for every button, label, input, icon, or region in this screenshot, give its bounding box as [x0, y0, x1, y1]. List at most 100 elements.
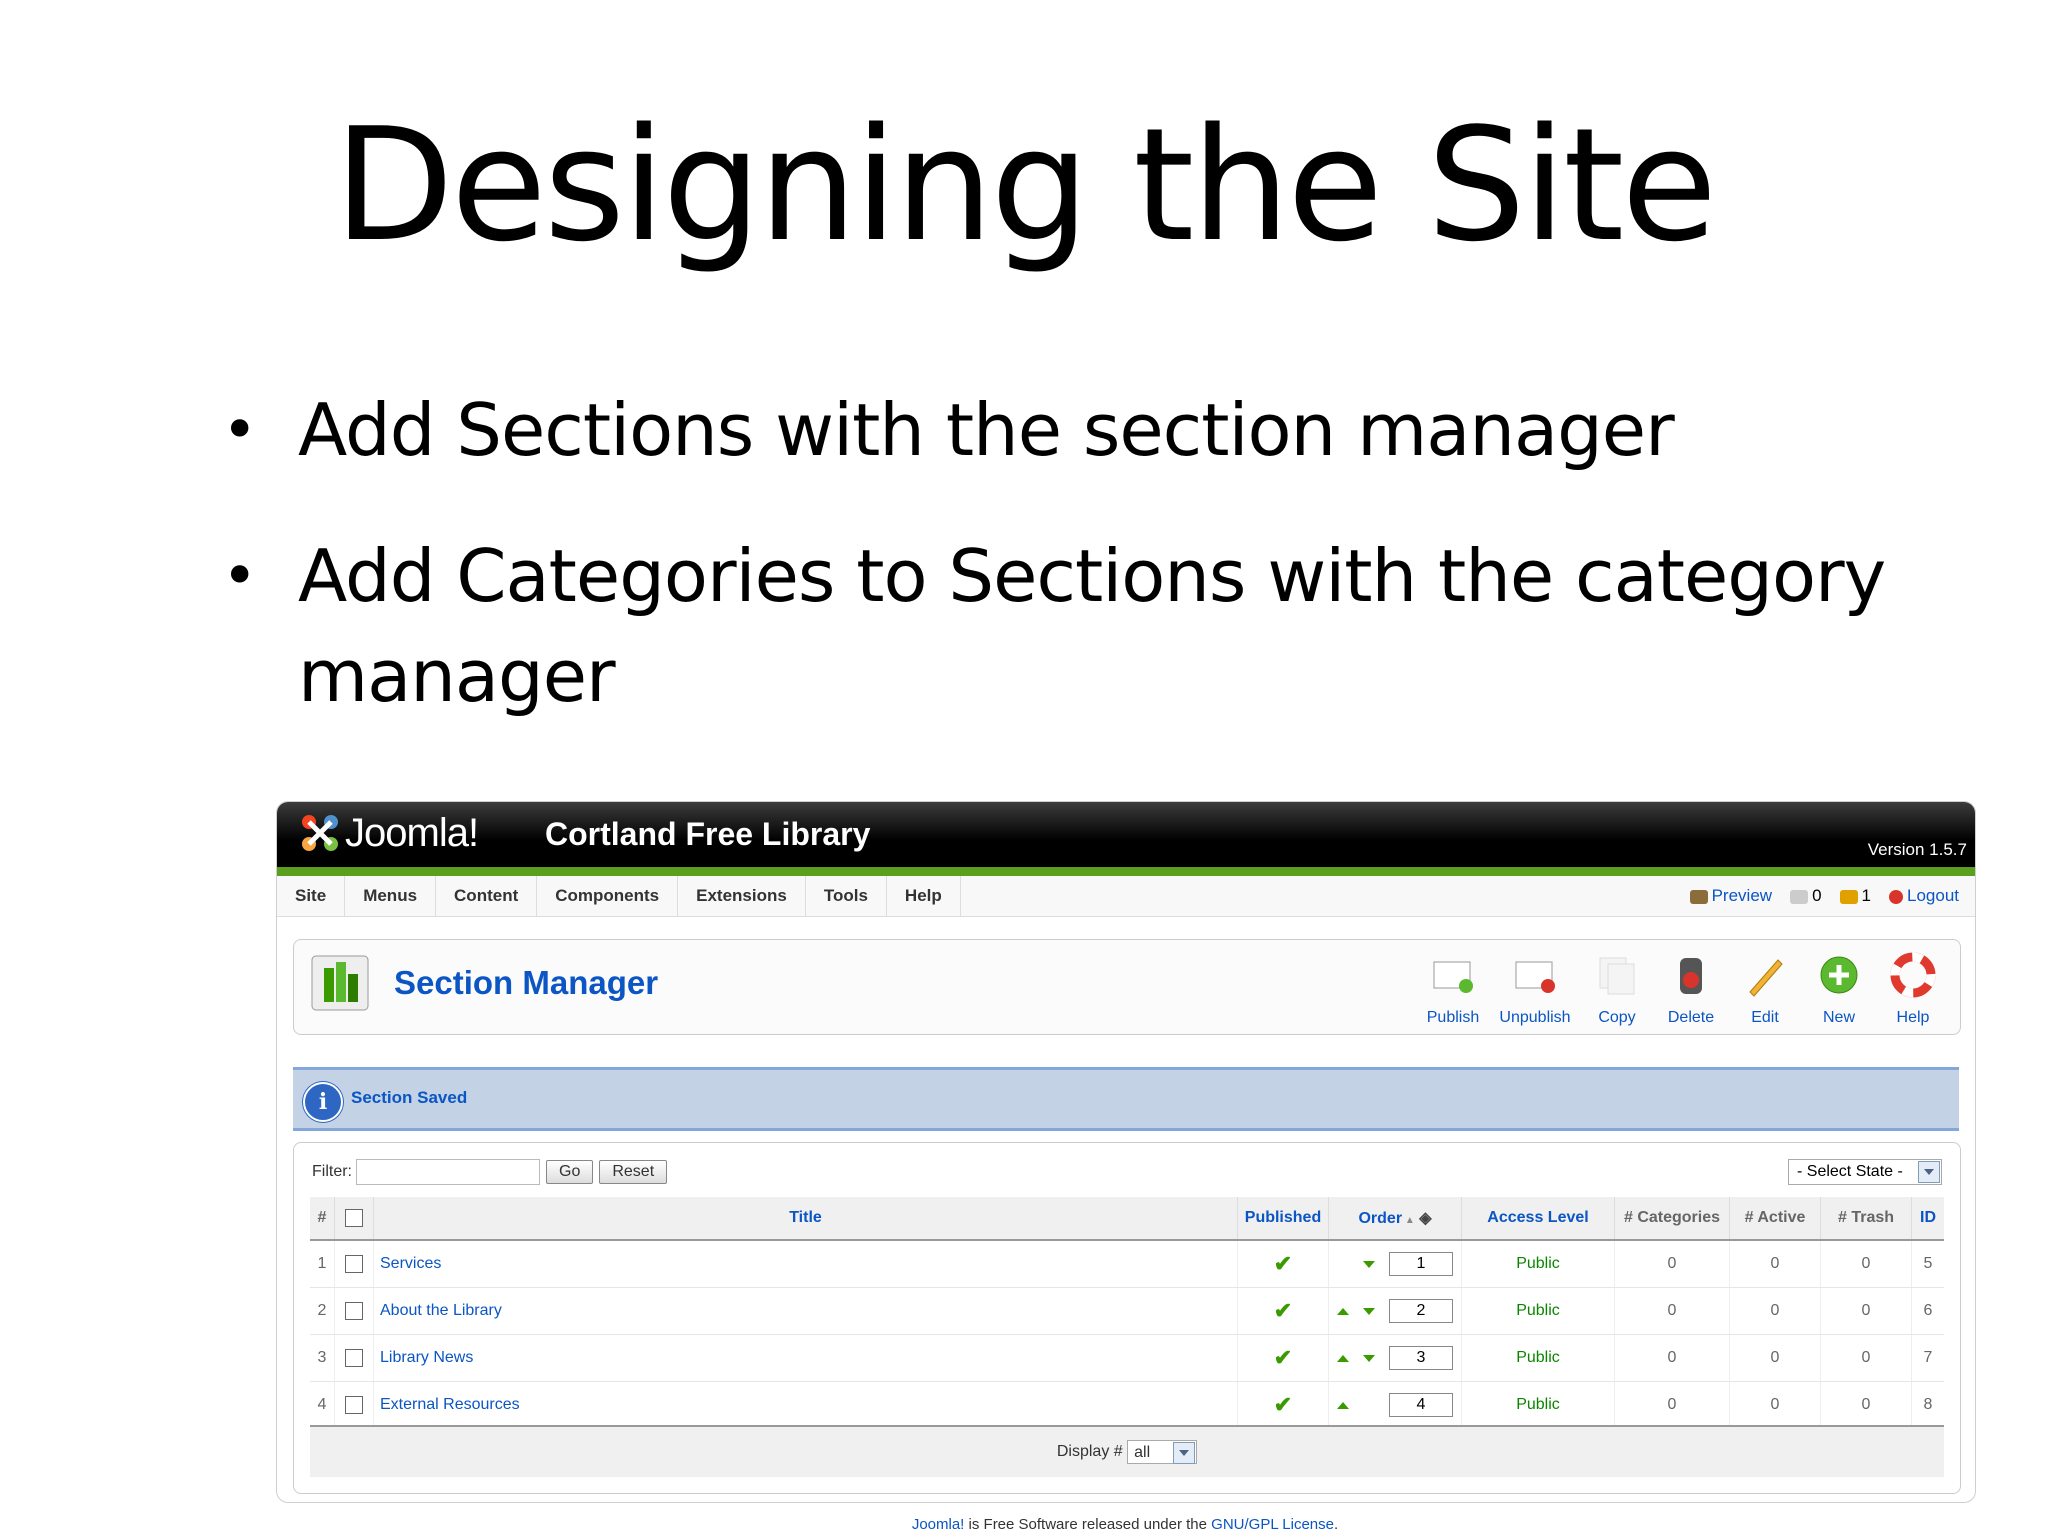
admin-menubar: Site Menus Content Components Extensions…: [277, 876, 1975, 917]
row-title[interactable]: Library News: [373, 1334, 1238, 1382]
published-check-icon[interactable]: ✔: [1274, 1392, 1292, 1417]
row-published[interactable]: ✔: [1237, 1240, 1329, 1288]
menu-help[interactable]: Help: [887, 876, 961, 916]
joomla-admin-screenshot: Joomla! Cortland Free Library Version 1.…: [276, 801, 1976, 1503]
license-link[interactable]: GNU/GPL License: [1211, 1516, 1334, 1533]
delete-button[interactable]: Delete: [1654, 948, 1728, 1027]
logout-link[interactable]: Logout: [1889, 876, 1959, 916]
new-button[interactable]: New: [1802, 948, 1876, 1027]
col-select-all[interactable]: [334, 1197, 374, 1241]
col-num: #: [310, 1197, 335, 1241]
state-select[interactable]: - Select State -: [1788, 1159, 1942, 1185]
row-active: 0: [1729, 1287, 1821, 1335]
bullet-list: • Add Sections with the section manager •…: [212, 380, 1892, 772]
published-check-icon[interactable]: ✔: [1274, 1251, 1292, 1276]
chevron-down-icon: [1173, 1441, 1196, 1464]
help-button[interactable]: Help: [1876, 948, 1950, 1027]
row-checkbox[interactable]: [345, 1254, 363, 1273]
unpublish-icon: [1515, 961, 1555, 993]
joomla-footer-link[interactable]: Joomla!: [912, 1516, 965, 1533]
reset-button[interactable]: Reset: [599, 1160, 668, 1184]
sort-asc-icon: ▲: [1402, 1215, 1415, 1226]
users-count[interactable]: 1: [1839, 876, 1871, 916]
menu-components[interactable]: Components: [537, 876, 679, 916]
row-select[interactable]: [334, 1240, 374, 1288]
edit-button[interactable]: Edit: [1728, 948, 1802, 1027]
col-order[interactable]: Order ▲ ◈: [1328, 1197, 1462, 1241]
row-published[interactable]: ✔: [1237, 1334, 1329, 1382]
copy-button[interactable]: Copy: [1580, 948, 1654, 1027]
unpublish-label: Unpublish: [1499, 1009, 1571, 1026]
col-active: # Active: [1729, 1197, 1821, 1241]
row-title[interactable]: Services: [373, 1240, 1238, 1288]
bullet-text: Add Categories to Sections with the cate…: [298, 534, 1886, 718]
logout-label: Logout: [1907, 886, 1959, 905]
save-order-icon[interactable]: ◈: [1415, 1210, 1431, 1227]
admin-header: Joomla! Cortland Free Library Version 1.…: [277, 802, 1975, 876]
move-down-icon[interactable]: [1363, 1355, 1375, 1362]
row-order: 3: [1328, 1334, 1462, 1382]
row-published[interactable]: ✔: [1237, 1381, 1329, 1429]
row-categories: 0: [1614, 1240, 1730, 1288]
display-limit-select[interactable]: all: [1127, 1439, 1198, 1464]
menu-content[interactable]: Content: [436, 876, 538, 916]
sections-table: # Title Published Order ▲ ◈ Access Level…: [310, 1197, 1944, 1429]
order-input[interactable]: 2: [1389, 1299, 1453, 1323]
col-id[interactable]: ID: [1911, 1197, 1944, 1241]
row-select[interactable]: [334, 1334, 374, 1382]
filter-bar: Filter: Go Reset: [312, 1159, 673, 1185]
published-check-icon[interactable]: ✔: [1274, 1298, 1292, 1323]
row-published[interactable]: ✔: [1237, 1287, 1329, 1335]
move-up-icon[interactable]: [1337, 1402, 1349, 1409]
row-title[interactable]: About the Library: [373, 1287, 1238, 1335]
col-published[interactable]: Published: [1237, 1197, 1329, 1241]
row-select[interactable]: [334, 1381, 374, 1429]
publish-button[interactable]: Publish: [1416, 948, 1490, 1027]
published-check-icon[interactable]: ✔: [1274, 1345, 1292, 1370]
order-input[interactable]: 4: [1389, 1393, 1453, 1417]
row-title[interactable]: External Resources: [373, 1381, 1238, 1429]
messages-count[interactable]: 0: [1790, 876, 1822, 916]
move-down-icon[interactable]: [1363, 1261, 1375, 1268]
col-title[interactable]: Title: [373, 1197, 1238, 1241]
select-all-checkbox[interactable]: [345, 1208, 363, 1227]
preview-link[interactable]: Preview: [1689, 876, 1772, 916]
joomla-footer: Joomla! is Free Software released under …: [276, 1516, 1974, 1533]
menu-tools[interactable]: Tools: [806, 876, 887, 916]
move-up-icon[interactable]: [1337, 1355, 1349, 1362]
row-select[interactable]: [334, 1287, 374, 1335]
order-input[interactable]: 1: [1389, 1252, 1453, 1276]
row-order: 2: [1328, 1287, 1462, 1335]
order-input[interactable]: 3: [1389, 1346, 1453, 1370]
page-title: Section Manager: [394, 964, 659, 1001]
menu-menus[interactable]: Menus: [345, 876, 437, 916]
filter-input[interactable]: [356, 1159, 540, 1185]
go-button[interactable]: Go: [546, 1160, 594, 1184]
row-access[interactable]: Public: [1461, 1381, 1615, 1429]
row-checkbox[interactable]: [345, 1301, 363, 1320]
trash-icon: [1680, 958, 1702, 994]
lifebuoy-icon: [1890, 952, 1936, 998]
row-access[interactable]: Public: [1461, 1334, 1615, 1382]
menu-extensions[interactable]: Extensions: [678, 876, 806, 916]
version-label: Version 1.5.7: [1867, 840, 1967, 859]
row-checkbox[interactable]: [345, 1395, 363, 1414]
move-down-icon[interactable]: [1363, 1308, 1375, 1315]
menu-site[interactable]: Site: [277, 876, 346, 916]
row-access[interactable]: Public: [1461, 1240, 1615, 1288]
row-id: 8: [1911, 1381, 1944, 1429]
table-footer: Display # all: [310, 1425, 1944, 1477]
table-row: 4 External Resources ✔ 4 Public 0 0 0 8: [310, 1381, 1944, 1429]
unpublish-button[interactable]: Unpublish: [1490, 948, 1580, 1027]
row-active: 0: [1729, 1240, 1821, 1288]
add-icon: [1820, 956, 1858, 994]
row-access[interactable]: Public: [1461, 1287, 1615, 1335]
row-checkbox[interactable]: [345, 1348, 363, 1367]
display-limit-value: all: [1134, 1443, 1151, 1461]
site-name: Cortland Free Library: [545, 816, 871, 852]
col-access-level[interactable]: Access Level: [1461, 1197, 1615, 1241]
section-manager-icon: [311, 955, 369, 1011]
row-active: 0: [1729, 1334, 1821, 1382]
message-text: Section Saved: [351, 1088, 468, 1107]
move-up-icon[interactable]: [1337, 1308, 1349, 1315]
